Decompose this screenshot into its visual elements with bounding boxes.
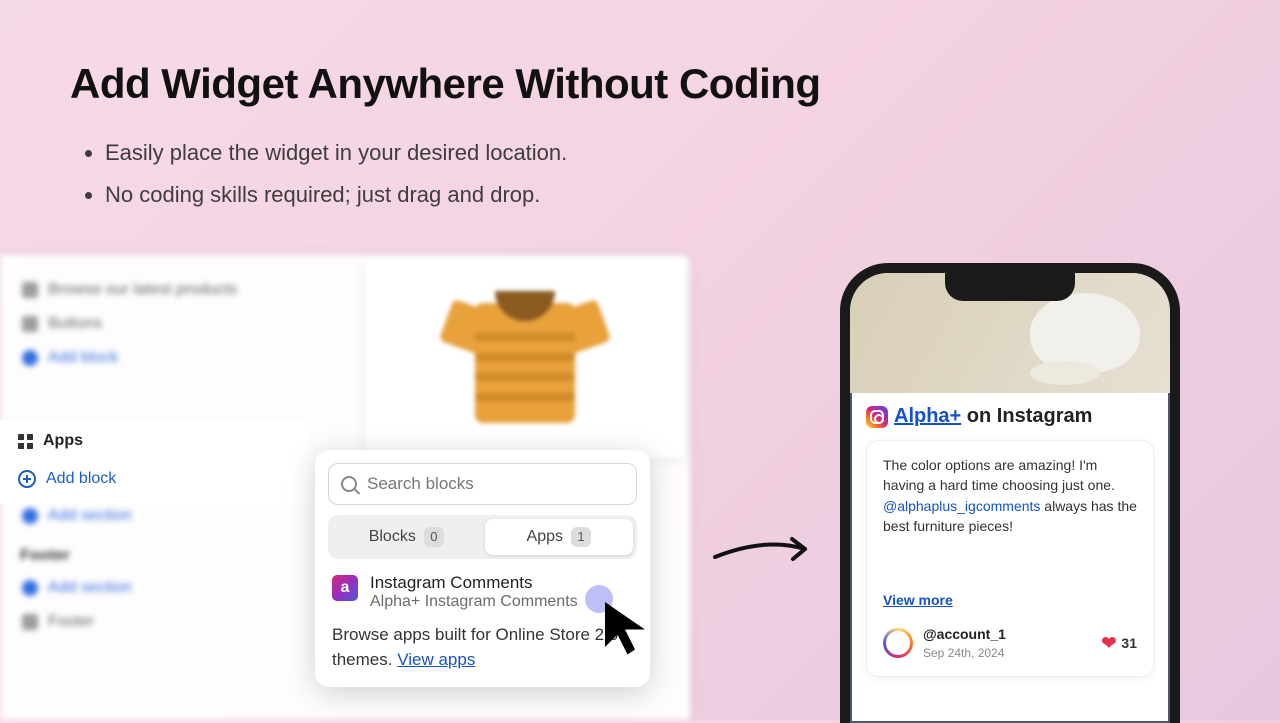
block-picker-tabs: Blocks 0 Apps 1 — [328, 515, 637, 559]
widget-title: Alpha+ on Instagram — [866, 405, 1154, 428]
tshirt-image — [435, 283, 615, 433]
bullet-item: No coding skills required; just drag and… — [105, 174, 567, 216]
apps-count-badge: 1 — [571, 527, 591, 547]
apps-icon — [18, 434, 33, 449]
cursor-icon — [600, 597, 660, 657]
page-heading: Add Widget Anywhere Without Coding — [70, 60, 821, 108]
brand-link[interactable]: Alpha+ — [894, 405, 961, 427]
app-subtitle: Alpha+ Instagram Comments — [370, 593, 578, 611]
search-icon — [341, 476, 357, 492]
arrow-icon — [710, 527, 820, 577]
add-block-button[interactable]: Add block — [0, 458, 310, 500]
search-blocks-input[interactable]: Search blocks — [328, 463, 637, 505]
bullet-item: Easily place the widget in your desired … — [105, 132, 567, 174]
view-more-link[interactable]: View more — [883, 590, 953, 610]
instagram-icon — [866, 406, 888, 428]
tab-apps[interactable]: Apps 1 — [485, 519, 634, 555]
editor-apps-zone: Apps Add block — [0, 420, 310, 504]
phone-mockup: Alpha+ on Instagram The color options ar… — [840, 263, 1180, 723]
theme-preview-product — [365, 258, 685, 458]
view-apps-link[interactable]: View apps — [397, 650, 475, 669]
app-picker-description: Browse apps built for Online Store 2.0 t… — [328, 611, 637, 674]
feature-bullets: Easily place the widget in your desired … — [105, 132, 567, 216]
apps-section-header: Apps — [0, 424, 310, 458]
apps-section-label: Apps — [43, 432, 83, 450]
comment-card: The color options are amazing! I'm havin… — [866, 440, 1154, 677]
mention-link[interactable]: @alphaplus_igcomments — [883, 498, 1040, 514]
app-title: Instagram Comments — [370, 573, 578, 593]
tab-blocks[interactable]: Blocks 0 — [332, 519, 481, 555]
avatar — [883, 628, 913, 658]
add-block-label: Add block — [46, 470, 116, 488]
heart-icon: ❤ — [1101, 630, 1116, 656]
post-date: Sep 24th, 2024 — [923, 645, 1006, 662]
phone-notch — [945, 273, 1075, 301]
like-count[interactable]: ❤ 31 — [1101, 630, 1137, 656]
search-placeholder: Search blocks — [367, 474, 474, 494]
plus-circle-icon — [18, 470, 36, 488]
app-icon — [332, 575, 358, 601]
account-handle: @account_1 — [923, 624, 1006, 644]
blocks-count-badge: 0 — [424, 527, 444, 547]
